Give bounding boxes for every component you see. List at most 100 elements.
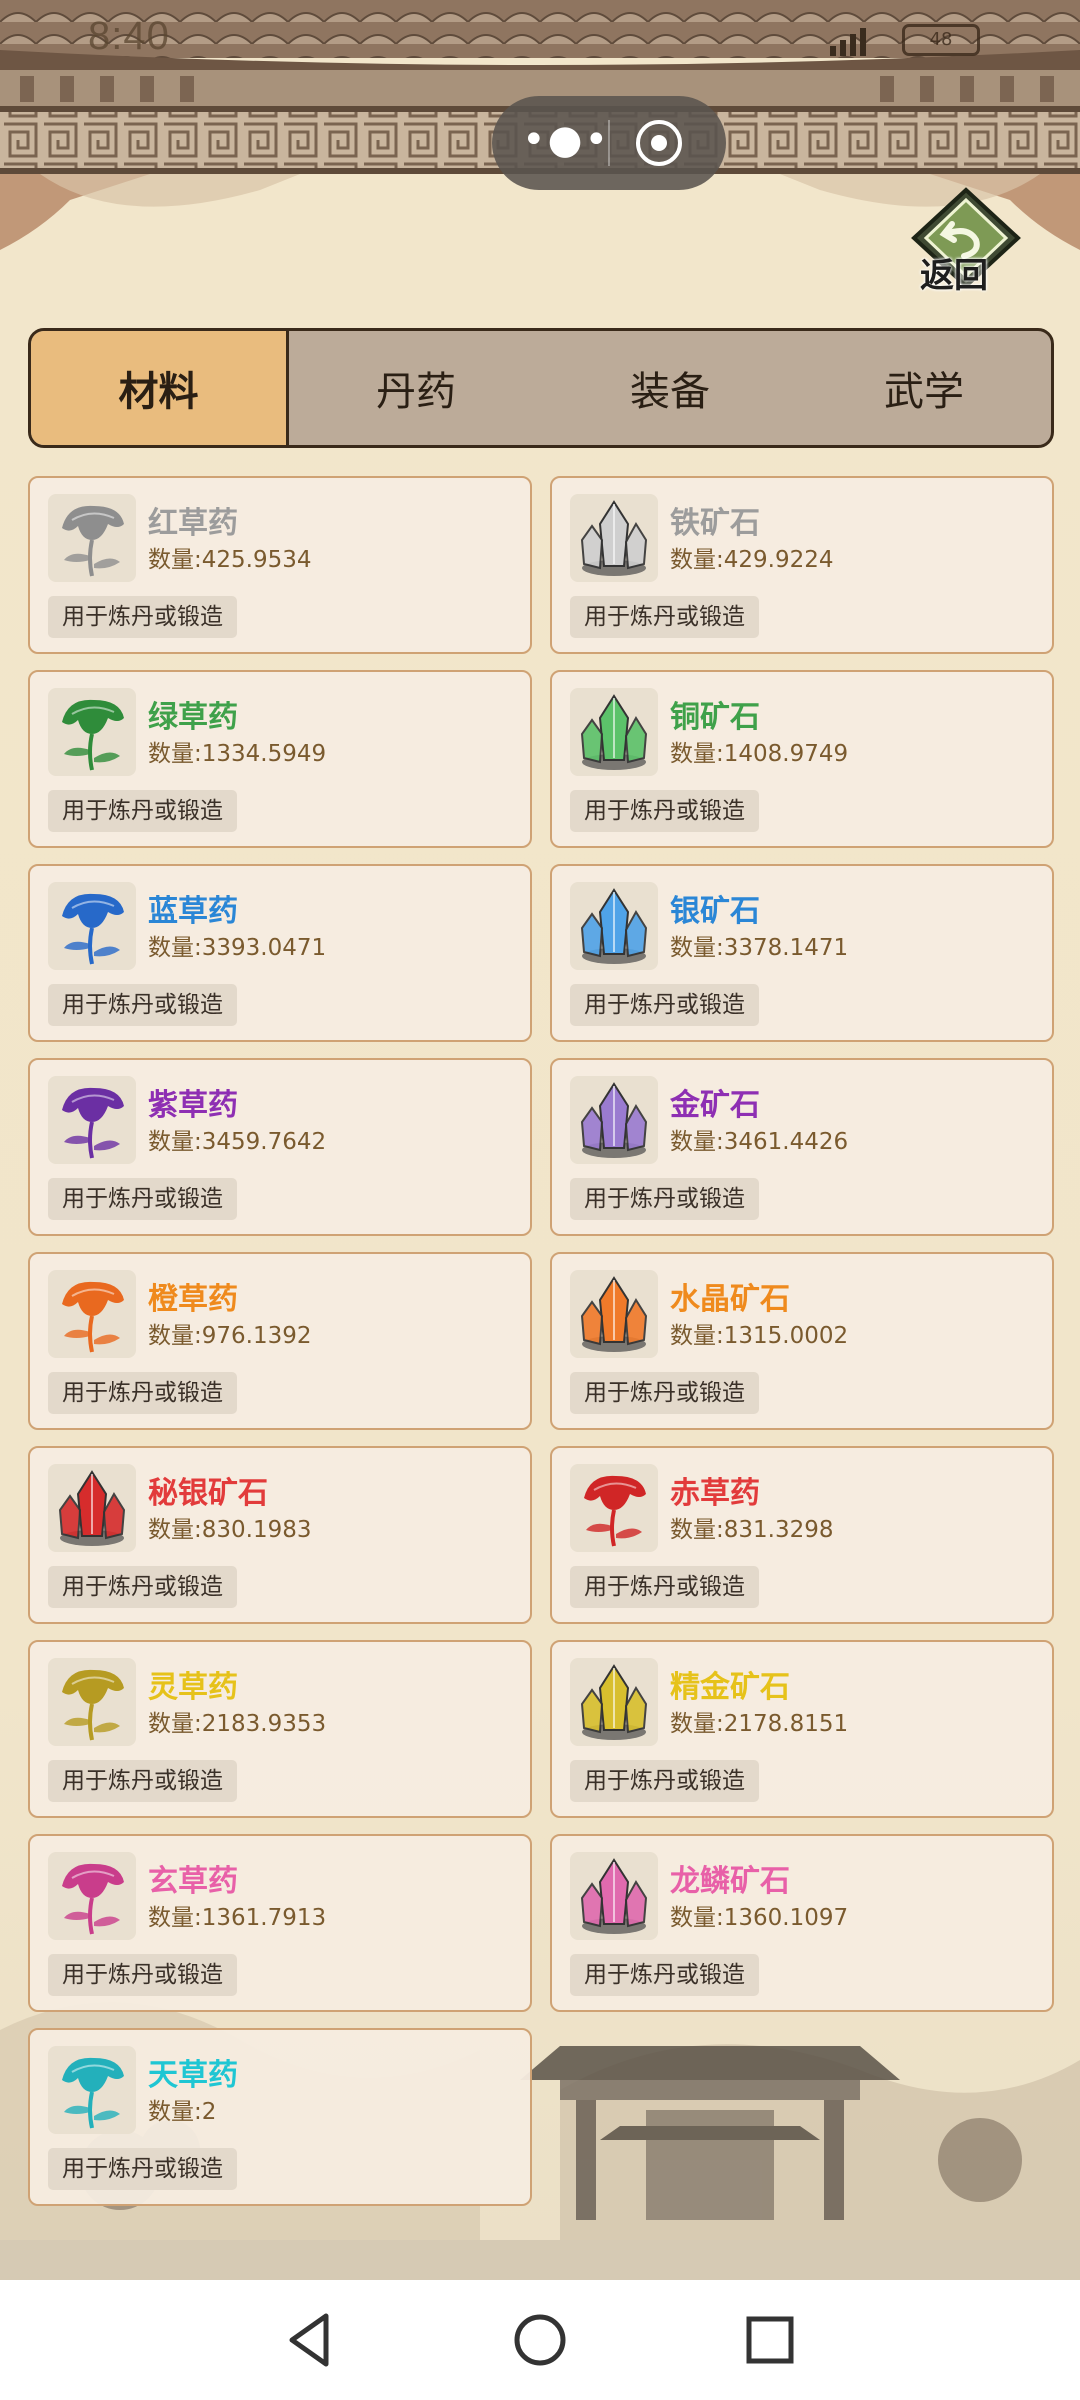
material-name: 赤草药 (670, 1476, 760, 1511)
crystal-icon (570, 1658, 658, 1746)
back-nav-icon[interactable] (280, 2310, 340, 2370)
miniapp-capsule: •●• (492, 96, 726, 190)
material-quantity: 数量:429.9224 (670, 547, 834, 573)
material-quantity: 数量:830.1983 (148, 1517, 312, 1543)
tab-martial-arts[interactable]: 武学 (797, 331, 1051, 445)
material-quantity: 数量:3378.1471 (670, 935, 849, 961)
material-name: 铁矿石 (670, 506, 760, 541)
material-name: 紫草药 (148, 1088, 238, 1123)
material-quantity: 数量:1360.1097 (670, 1905, 849, 1931)
herb-icon (48, 688, 136, 776)
system-nav-bar (0, 2280, 1080, 2400)
capsule-divider (608, 120, 610, 166)
material-usage-tag: 用于炼丹或锻造 (570, 790, 759, 832)
material-quantity: 数量:2 (148, 2099, 217, 2125)
material-card[interactable]: 铁矿石数量:429.9224 用于炼丹或锻造 (550, 476, 1054, 654)
material-name: 灵草药 (148, 1670, 238, 1705)
tab-materials[interactable]: 材料 (31, 331, 289, 445)
material-usage-tag: 用于炼丹或锻造 (48, 1954, 237, 1996)
signal-icon (830, 28, 866, 56)
material-card[interactable]: 紫草药数量:3459.7642 用于炼丹或锻造 (28, 1058, 532, 1236)
home-nav-icon[interactable] (510, 2310, 570, 2370)
material-usage-tag: 用于炼丹或锻造 (570, 1178, 759, 1220)
material-name: 绿草药 (148, 700, 238, 735)
recents-nav-icon[interactable] (740, 2310, 800, 2370)
material-name: 秘银矿石 (148, 1476, 268, 1511)
material-usage-tag: 用于炼丹或锻造 (48, 1178, 237, 1220)
material-quantity: 数量:1408.9749 (670, 741, 849, 767)
crystal-icon (570, 1076, 658, 1164)
material-quantity: 数量:2178.8151 (670, 1711, 849, 1737)
back-button[interactable]: 返回 (906, 186, 1026, 298)
material-quantity: 数量:1315.0002 (670, 1323, 849, 1349)
material-usage-tag: 用于炼丹或锻造 (570, 1954, 759, 1996)
material-name: 精金矿石 (670, 1670, 790, 1705)
crystal-icon (48, 1464, 136, 1552)
item-grid: 红草药数量:425.9534 用于炼丹或锻造 铁矿石数量:429.9224 用于炼丹或… (28, 476, 1054, 2206)
herb-icon (48, 1852, 136, 1940)
battery-icon: 48 (902, 24, 980, 56)
herb-icon (48, 1270, 136, 1358)
material-name: 蓝草药 (148, 894, 238, 929)
material-quantity: 数量:2183.9353 (148, 1711, 327, 1737)
material-usage-tag: 用于炼丹或锻造 (48, 1760, 237, 1802)
status-bar: 8:40 48 (0, 0, 1080, 70)
material-card[interactable]: 玄草药数量:1361.7913 用于炼丹或锻造 (28, 1834, 532, 2012)
material-card[interactable]: 秘银矿石数量:830.1983 用于炼丹或锻造 (28, 1446, 532, 1624)
material-card[interactable]: 橙草药 数量:976.1392 用于炼丹或锻造 (28, 1252, 532, 1430)
material-name: 金矿石 (670, 1088, 760, 1123)
material-name: 天草药 (148, 2058, 238, 2093)
material-card[interactable]: 精金矿石数量:2178.8151 用于炼丹或锻造 (550, 1640, 1054, 1818)
inventory-screen: 8:40 48 •●• 返回 材料 丹药 装备 武学 红草药 数量:425.95… (0, 0, 1080, 2400)
material-card[interactable]: 铜矿石 数量:1408.9749 用于炼丹或锻造 (550, 670, 1054, 848)
material-usage-tag: 用于炼丹或锻造 (570, 596, 759, 638)
herb-icon (48, 1658, 136, 1746)
material-card[interactable]: 红草药数量:425.9534 用于炼丹或锻造 (28, 476, 532, 654)
material-usage-tag: 用于炼丹或锻造 (570, 1372, 759, 1414)
material-card[interactable]: 天草药数量:2 用于炼丹或锻造 (28, 2028, 532, 2206)
herb-icon (570, 1464, 658, 1552)
material-usage-tag: 用于炼丹或锻造 (48, 2148, 237, 2190)
material-usage-tag: 用于炼丹或锻造 (570, 984, 759, 1026)
material-name: 红草药 (148, 506, 238, 541)
material-quantity: 数量:3393.0471 (148, 935, 327, 961)
material-quantity: 数量:976.1392 (148, 1323, 312, 1349)
back-label: 返回 (920, 256, 988, 296)
material-card[interactable]: 水晶矿石数量:1315.0002 用于炼丹或锻造 (550, 1252, 1054, 1430)
material-name: 玄草药 (148, 1864, 238, 1899)
material-usage-tag: 用于炼丹或锻造 (48, 1566, 237, 1608)
material-quantity: 数量:425.9534 (148, 547, 312, 573)
material-quantity: 数量:3459.7642 (148, 1129, 327, 1155)
material-name: 龙鳞矿石 (670, 1864, 790, 1899)
crystal-icon (570, 494, 658, 582)
herb-icon (48, 494, 136, 582)
material-quantity: 数量:1334.5949 (148, 741, 327, 767)
material-usage-tag: 用于炼丹或锻造 (570, 1760, 759, 1802)
more-icon[interactable]: •●• (522, 120, 608, 164)
material-card[interactable]: 赤草药数量:831.3298 用于炼丹或锻造 (550, 1446, 1054, 1624)
material-usage-tag: 用于炼丹或锻造 (48, 790, 237, 832)
material-usage-tag: 用于炼丹或锻造 (570, 1566, 759, 1608)
close-miniapp-icon[interactable] (634, 118, 684, 168)
material-name: 橙草药 (148, 1282, 238, 1317)
tab-pills[interactable]: 丹药 (289, 331, 543, 445)
material-name: 水晶矿石 (670, 1282, 790, 1317)
material-quantity: 数量:1361.7913 (148, 1905, 327, 1931)
crystal-icon (570, 1852, 658, 1940)
material-card[interactable]: 绿草药数量:1334.5949 用于炼丹或锻造 (28, 670, 532, 848)
material-usage-tag: 用于炼丹或锻造 (48, 984, 237, 1026)
material-name: 银矿石 (670, 894, 760, 929)
crystal-icon (570, 688, 658, 776)
material-usage-tag: 用于炼丹或锻造 (48, 596, 237, 638)
material-card[interactable]: 龙鳞矿石数量:1360.1097 用于炼丹或锻造 (550, 1834, 1054, 2012)
material-quantity: 数量:831.3298 (670, 1517, 834, 1543)
crystal-icon (570, 1270, 658, 1358)
status-time: 8:40 (88, 14, 170, 58)
material-card[interactable]: 金矿石 数量:3461.4426 用于炼丹或锻造 (550, 1058, 1054, 1236)
herb-icon (48, 1076, 136, 1164)
herb-icon (48, 2046, 136, 2134)
tab-equipment[interactable]: 装备 (543, 331, 797, 445)
material-card[interactable]: 灵草药数量:2183.9353 用于炼丹或锻造 (28, 1640, 532, 1818)
material-card[interactable]: 银矿石数量:3378.1471 用于炼丹或锻造 (550, 864, 1054, 1042)
material-card[interactable]: 蓝草药数量:3393.0471 用于炼丹或锻造 (28, 864, 532, 1042)
